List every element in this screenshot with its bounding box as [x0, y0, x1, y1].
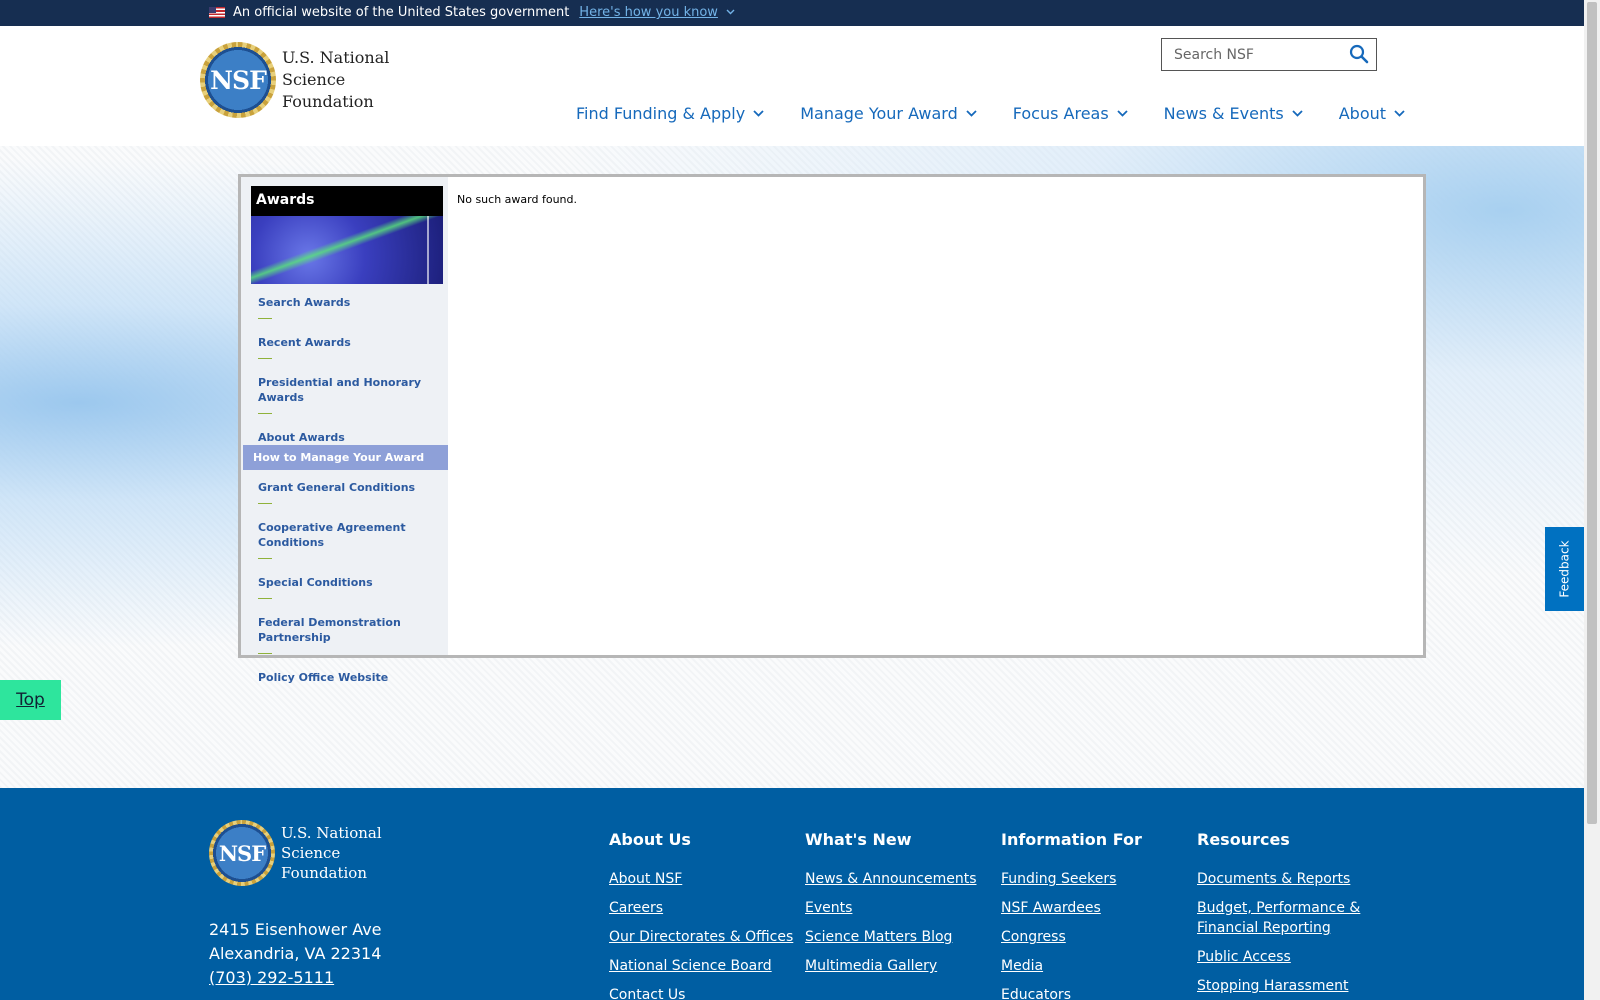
chevron-down-icon [1394, 110, 1405, 117]
nav-about[interactable]: About [1339, 104, 1405, 123]
footer-col-about-us: About Us About NSF Careers Our Directora… [609, 830, 799, 1000]
chevron-down-icon [966, 110, 977, 117]
awards-sidebar: Awards Search Awards Recent Awards Presi… [241, 177, 448, 684]
footer-address: 2415 Eisenhower Ave Alexandria, VA 22314… [209, 920, 382, 987]
sidebar-item-recent-awards[interactable]: Recent Awards [241, 331, 448, 359]
logo-wordmark: U.S. National Science Foundation [282, 48, 390, 111]
footer-link[interactable]: Contact Us [609, 985, 799, 1000]
footer-link[interactable]: About NSF [609, 869, 799, 889]
footer-link[interactable]: Educators [1001, 985, 1191, 1000]
nav-manage-award[interactable]: Manage Your Award [800, 104, 977, 123]
footer-link[interactable]: National Science Board [609, 956, 799, 976]
sidebar-item-cooperative-agreement[interactable]: Cooperative Agreement Conditions [241, 516, 448, 559]
search-box [1161, 38, 1377, 71]
footer-nsf-logo[interactable]: NSF U.S. National Science Foundation [209, 820, 382, 886]
back-to-top-button[interactable]: Top [0, 680, 61, 720]
site-header: NSF U.S. National Science Foundation Fin… [0, 26, 1584, 146]
footer-logo-wordmark: U.S. National Science Foundation [281, 824, 382, 882]
nsf-seal-icon: NSF [209, 820, 275, 886]
footer-link[interactable]: Congress [1001, 927, 1191, 947]
scrollbar-thumb[interactable] [1587, 2, 1597, 824]
footer-col-information-for: Information For Funding Seekers NSF Awar… [1001, 830, 1191, 1000]
footer-link[interactable]: Budget, Performance & Financial Reportin… [1197, 898, 1387, 938]
search-input[interactable] [1162, 39, 1342, 70]
footer-heading: Information For [1001, 830, 1142, 849]
footer-heading: Resources [1197, 830, 1290, 849]
footer-link[interactable]: News & Announcements [805, 869, 995, 889]
nav-find-funding[interactable]: Find Funding & Apply [576, 104, 764, 123]
sidebar-menu: Search Awards Recent Awards Presidential… [241, 291, 448, 685]
sidebar-item-about-awards[interactable]: About Awards [241, 426, 448, 445]
footer-link[interactable]: Public Access [1197, 947, 1387, 967]
us-flag-icon [209, 7, 225, 18]
chevron-down-icon [753, 110, 764, 117]
footer-link[interactable]: Documents & Reports [1197, 869, 1387, 889]
footer-link[interactable]: Science Matters Blog [805, 927, 995, 947]
phone-link[interactable]: (703) 292-5111 [209, 968, 334, 987]
gov-banner-text: An official website of the United States… [233, 5, 570, 20]
chevron-down-icon[interactable] [726, 8, 735, 18]
footer-link[interactable]: Stopping Harassment [1197, 976, 1387, 996]
chevron-down-icon [1292, 110, 1303, 117]
nav-focus-areas[interactable]: Focus Areas [1013, 104, 1128, 123]
sidebar-item-manage-award[interactable]: How to Manage Your Award [243, 445, 448, 470]
footer-heading: About Us [609, 830, 691, 849]
footer-link[interactable]: Our Directorates & Offices [609, 927, 799, 947]
chevron-down-icon [1117, 110, 1128, 117]
gov-banner: An official website of the United States… [0, 0, 1584, 26]
footer-col-resources: Resources Documents & Reports Budget, Pe… [1197, 830, 1387, 1000]
search-icon [1349, 44, 1369, 63]
sidebar-item-search-awards[interactable]: Search Awards [241, 291, 448, 319]
site-footer: NSF U.S. National Science Foundation 241… [0, 788, 1584, 1000]
sidebar-item-special-conditions[interactable]: Special Conditions [241, 571, 448, 599]
footer-link[interactable]: Events [805, 898, 995, 918]
sidebar-item-policy-office[interactable]: Policy Office Website [241, 666, 448, 685]
awards-panel: Awards Search Awards Recent Awards Presi… [238, 174, 1426, 684]
nav-news-events[interactable]: News & Events [1164, 104, 1303, 123]
footer-heading: What's New [805, 830, 912, 849]
footer-link[interactable]: Funding Seekers [1001, 869, 1191, 889]
sidebar-title: Awards [251, 186, 443, 216]
footer-link[interactable]: NSF Awardees [1001, 898, 1191, 918]
page-scrollbar[interactable] [1584, 0, 1600, 1000]
footer-link[interactable]: Media [1001, 956, 1191, 976]
awards-banner-image [251, 216, 443, 284]
footer-col-whats-new: What's New News & Announcements Events S… [805, 830, 995, 985]
feedback-tab[interactable]: Feedback [1545, 527, 1584, 611]
footer-link[interactable]: Multimedia Gallery [805, 956, 995, 976]
footer-link[interactable]: Careers [609, 898, 799, 918]
main-nav: Find Funding & Apply Manage Your Award F… [576, 104, 1441, 123]
sidebar-item-fdp[interactable]: Federal Demonstration Partnership [241, 611, 448, 654]
nsf-seal-icon: NSF [200, 42, 276, 118]
no-award-message: No such award found. [457, 193, 577, 206]
sidebar-item-grant-general-conditions[interactable]: Grant General Conditions [241, 476, 448, 504]
sidebar-item-presidential-awards[interactable]: Presidential and Honorary Awards [241, 371, 448, 414]
search-button[interactable] [1346, 42, 1372, 68]
heres-how-you-know-link[interactable]: Here's how you know [579, 5, 718, 20]
nsf-logo[interactable]: NSF U.S. National Science Foundation [200, 42, 389, 118]
